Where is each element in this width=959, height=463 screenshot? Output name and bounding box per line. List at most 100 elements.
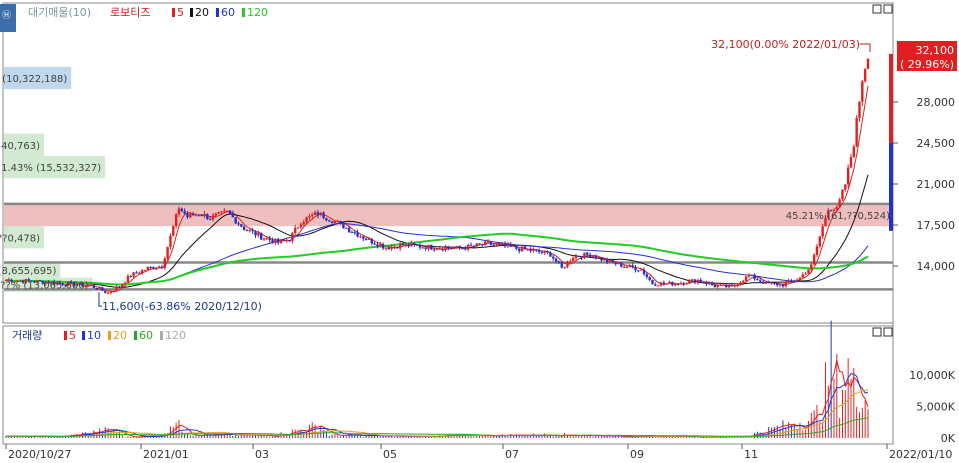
price-tick-label: 17,500 [917,219,956,232]
candle-body [557,261,561,263]
candle-body [861,81,864,102]
candle-body [552,256,555,259]
minimize-button[interactable] [872,4,882,14]
candle-body [237,223,240,225]
candle-body [296,227,300,229]
candle-body [662,282,666,284]
candle-body [580,256,583,258]
candle-body [566,261,569,268]
candle-body [852,146,856,158]
candle-body [430,244,433,250]
candle-body [294,227,297,233]
candle-body [778,284,782,286]
candle-body [659,282,663,286]
candle-body [793,280,796,282]
candle-body [223,210,226,212]
candle-body [109,291,113,293]
candle-body [407,243,410,247]
candle-body [155,268,158,270]
candle-body [708,282,711,285]
candle-body [611,260,615,263]
candle-body [364,238,368,240]
candle-body [206,214,209,220]
price-tick-label: 28,000 [917,96,956,109]
candle-body [537,249,541,252]
candle-body [815,246,819,255]
candle-body [532,249,535,251]
candle-body [248,230,252,232]
candle-body [489,241,493,245]
candle-body [520,246,524,252]
candle-body [617,262,620,265]
candle-body [588,254,592,257]
volume-close-button[interactable] [883,327,893,337]
candle-body [183,210,186,214]
volume-minimize-button[interactable] [872,327,882,337]
candle-body [268,238,271,240]
candle-body [398,243,402,249]
candle-body [472,245,476,247]
candle-body [866,59,870,70]
candle-body [628,265,632,267]
candle-body [228,210,232,214]
candle-body [651,280,654,285]
volume-legend-swatch [160,331,163,340]
candle-body [668,281,671,284]
close-button[interactable] [883,4,893,14]
candle-body [722,284,725,286]
candle-body [549,252,552,257]
candle-body [373,243,376,245]
candle-body [160,266,164,269]
candle-body [203,214,206,217]
candle-body [342,222,345,229]
candle-body [736,285,739,287]
candle-body [432,249,436,251]
candle-body [679,283,683,285]
candle-body [427,244,430,250]
candle-body [350,231,354,233]
candle-body [764,281,768,284]
candle-body [486,241,490,243]
candle-body [781,284,785,287]
x-tick-label: 05 [383,448,397,461]
candle-body [810,264,813,270]
candle-body [157,266,161,269]
candle-body [648,276,651,281]
candle-body [645,274,649,277]
candle-body [543,251,546,253]
supply-zone-label: 45.21% (61,??0,524) [786,211,890,222]
candle-body [214,213,218,216]
candle-body [461,248,464,250]
candle-body [311,214,314,217]
volume-label: 거래량 [12,329,42,342]
candle-body [756,279,759,281]
candle-body [512,246,515,248]
candle-body [251,230,254,232]
candle-body [118,286,121,288]
supply-zone-label: 10.0??% (13,065,606) [0,281,89,292]
candle-body [143,269,147,271]
candle-body [642,269,646,275]
candle-body [682,283,685,285]
candle-body [518,248,521,252]
candle-body [753,274,756,280]
supply-zone [4,203,893,227]
candle-body [345,227,348,229]
candle-body [605,258,609,263]
candle-body [444,247,447,251]
candle-body [798,277,802,280]
candle-body [591,256,595,258]
candle-body [481,244,484,246]
x-tick-label: 09 [630,448,644,461]
candle-body [138,273,141,275]
candle-body [770,282,773,284]
indicator-label: 대기매물(10) [28,6,91,19]
candle-body [305,217,308,223]
candle-body [676,283,680,285]
candle-body [441,248,444,251]
stock-chart-svg[interactable]: 14,000 17,500 21,000 24,500 28,000 0K 5,000K 1… [0,0,959,463]
candle-body [625,266,629,268]
candle-body [475,243,478,247]
candle-body [634,267,637,271]
candle-body [135,272,138,274]
